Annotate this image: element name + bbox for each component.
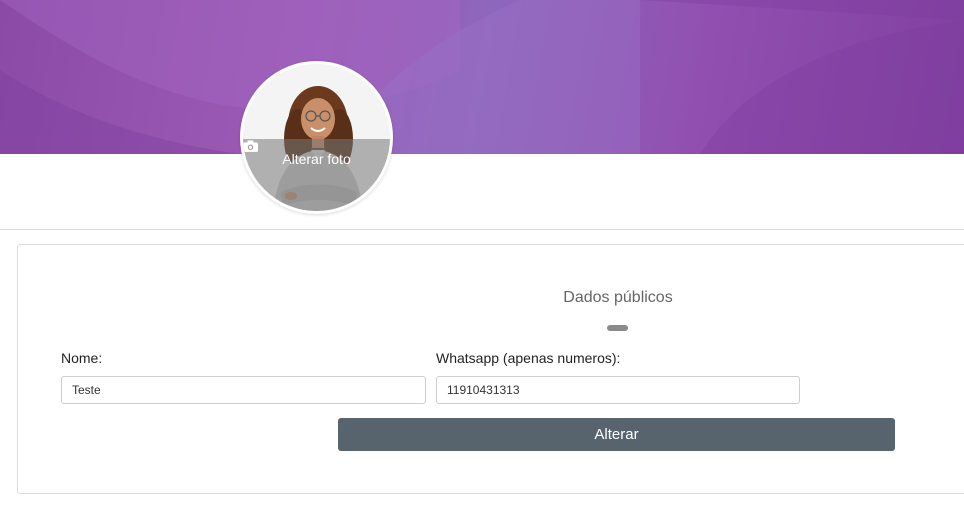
title-divider [607, 325, 628, 331]
change-photo-button[interactable]: Alterar foto [243, 139, 390, 211]
name-label: Nome: [61, 350, 103, 366]
name-input[interactable] [61, 376, 426, 404]
cover-decoration [0, 0, 964, 154]
cover-banner [0, 0, 964, 154]
camera-icon [243, 140, 258, 152]
public-data-card: Dados públicos Nome: Whatsapp (apenas nu… [17, 244, 964, 494]
whatsapp-input[interactable] [436, 376, 800, 404]
submit-button[interactable]: Alterar [338, 418, 895, 451]
change-photo-label: Alterar foto [282, 151, 351, 167]
whatsapp-label: Whatsapp (apenas numeros): [436, 350, 621, 366]
profile-avatar[interactable]: Alterar foto [240, 61, 393, 214]
profile-header-strip [0, 154, 964, 230]
card-title: Dados públicos [563, 289, 673, 306]
